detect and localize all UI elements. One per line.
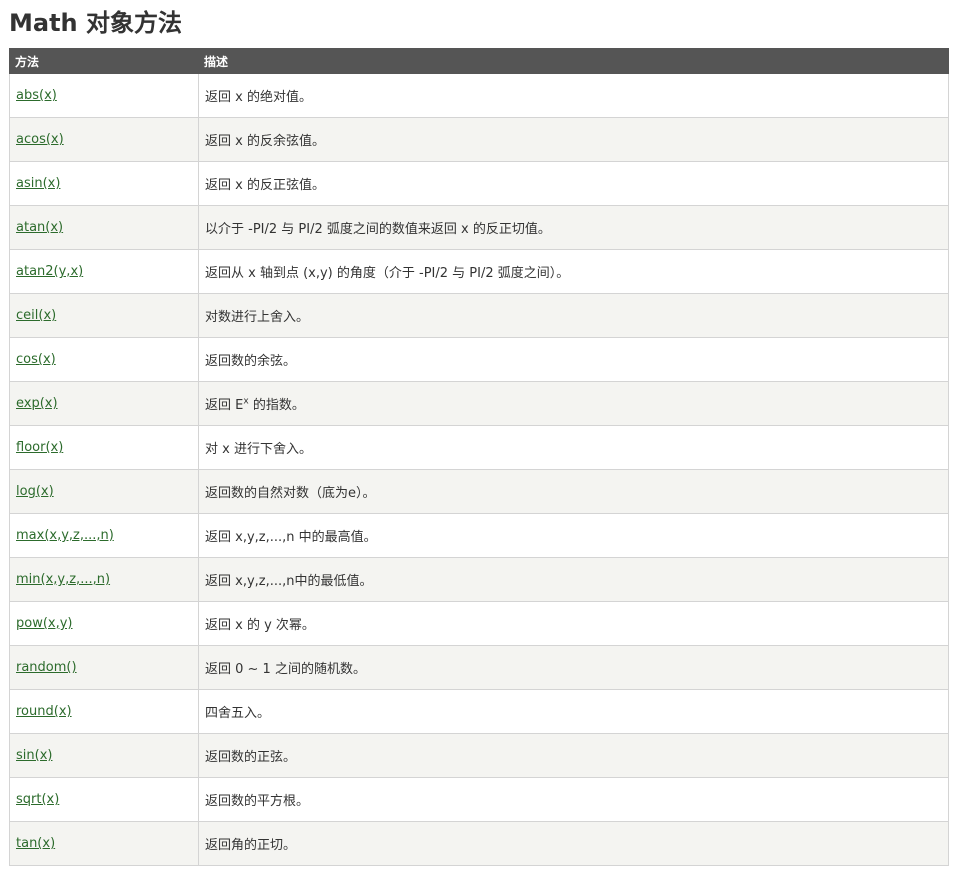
table-header-row: 方法 描述 bbox=[9, 48, 949, 74]
description-cell: 返回数的正弦。 bbox=[198, 733, 949, 778]
description-cell: 返回 x 的 y 次幂。 bbox=[198, 601, 949, 646]
method-link-floor[interactable]: floor(x) bbox=[16, 440, 63, 455]
method-link-random[interactable]: random() bbox=[16, 660, 77, 675]
description-cell: 对 x 进行下舍入。 bbox=[198, 425, 949, 470]
method-link-atan[interactable]: atan(x) bbox=[16, 220, 63, 235]
table-row: max(x,y,z,...,n) 返回 x,y,z,...,n 中的最高值。 bbox=[9, 513, 949, 558]
table-row: tan(x) 返回角的正切。 bbox=[9, 821, 949, 866]
method-cell: atan(x) bbox=[9, 205, 199, 250]
page: Math 对象方法 方法 描述 abs(x) 返回 x 的绝对值。 acos(x… bbox=[0, 0, 955, 877]
method-cell: round(x) bbox=[9, 689, 199, 734]
table-row: asin(x) 返回 x 的反正弦值。 bbox=[9, 161, 949, 206]
method-link-min[interactable]: min(x,y,z,...,n) bbox=[16, 572, 110, 587]
method-link-asin[interactable]: asin(x) bbox=[16, 176, 60, 191]
method-cell: ceil(x) bbox=[9, 293, 199, 338]
method-cell: pow(x,y) bbox=[9, 601, 199, 646]
method-link-atan2[interactable]: atan2(y,x) bbox=[16, 264, 83, 279]
method-cell: cos(x) bbox=[9, 337, 199, 382]
page-title: Math 对象方法 bbox=[9, 9, 182, 37]
table-row: acos(x) 返回 x 的反余弦值。 bbox=[9, 117, 949, 162]
method-cell: acos(x) bbox=[9, 117, 199, 162]
table-row: exp(x) 返回 Ex 的指数。 bbox=[9, 381, 949, 426]
description-cell: 对数进行上舍入。 bbox=[198, 293, 949, 338]
description-cell: 返回从 x 轴到点 (x,y) 的角度（介于 -PI/2 与 PI/2 弧度之间… bbox=[198, 249, 949, 294]
method-cell: sqrt(x) bbox=[9, 777, 199, 822]
method-cell: sin(x) bbox=[9, 733, 199, 778]
header-method: 方法 bbox=[9, 48, 199, 74]
description-cell: 返回数的余弦。 bbox=[198, 337, 949, 382]
method-link-cos[interactable]: cos(x) bbox=[16, 352, 56, 367]
description-cell: 返回数的自然对数（底为e）。 bbox=[198, 469, 949, 514]
method-link-sqrt[interactable]: sqrt(x) bbox=[16, 792, 59, 807]
method-cell: floor(x) bbox=[9, 425, 199, 470]
method-cell: abs(x) bbox=[9, 73, 199, 118]
method-cell: min(x,y,z,...,n) bbox=[9, 557, 199, 602]
method-link-exp[interactable]: exp(x) bbox=[16, 396, 58, 411]
description-cell: 返回 0 ~ 1 之间的随机数。 bbox=[198, 645, 949, 690]
method-link-pow[interactable]: pow(x,y) bbox=[16, 616, 73, 631]
table-row: random() 返回 0 ~ 1 之间的随机数。 bbox=[9, 645, 949, 690]
method-cell: atan2(y,x) bbox=[9, 249, 199, 294]
description-cell: 返回角的正切。 bbox=[198, 821, 949, 866]
description-cell: 以介于 -PI/2 与 PI/2 弧度之间的数值来返回 x 的反正切值。 bbox=[198, 205, 949, 250]
description-text: 的指数。 bbox=[248, 398, 305, 413]
method-link-log[interactable]: log(x) bbox=[16, 484, 54, 499]
method-link-tan[interactable]: tan(x) bbox=[16, 836, 55, 851]
method-link-round[interactable]: round(x) bbox=[16, 704, 72, 719]
table-row: cos(x) 返回数的余弦。 bbox=[9, 337, 949, 382]
table-row: pow(x,y) 返回 x 的 y 次幂。 bbox=[9, 601, 949, 646]
method-cell: random() bbox=[9, 645, 199, 690]
table-row: ceil(x) 对数进行上舍入。 bbox=[9, 293, 949, 338]
table-row: atan(x) 以介于 -PI/2 与 PI/2 弧度之间的数值来返回 x 的反… bbox=[9, 205, 949, 250]
description-cell: 返回 x,y,z,...,n中的最低值。 bbox=[198, 557, 949, 602]
method-cell: exp(x) bbox=[9, 381, 199, 426]
description-text: 返回 E bbox=[205, 398, 244, 413]
method-cell: asin(x) bbox=[9, 161, 199, 206]
description-cell: 返回 x 的反余弦值。 bbox=[198, 117, 949, 162]
description-cell: 返回 x 的绝对值。 bbox=[198, 73, 949, 118]
method-cell: log(x) bbox=[9, 469, 199, 514]
description-cell: 返回 x 的反正弦值。 bbox=[198, 161, 949, 206]
description-cell: 返回 x,y,z,...,n 中的最高值。 bbox=[198, 513, 949, 558]
description-cell: 返回 Ex 的指数。 bbox=[198, 381, 949, 426]
table-row: sin(x) 返回数的正弦。 bbox=[9, 733, 949, 778]
method-link-ceil[interactable]: ceil(x) bbox=[16, 308, 56, 323]
header-description: 描述 bbox=[198, 48, 949, 74]
table-row: log(x) 返回数的自然对数（底为e）。 bbox=[9, 469, 949, 514]
table-row: abs(x) 返回 x 的绝对值。 bbox=[9, 73, 949, 118]
method-link-sin[interactable]: sin(x) bbox=[16, 748, 52, 763]
table-row: floor(x) 对 x 进行下舍入。 bbox=[9, 425, 949, 470]
table-row: min(x,y,z,...,n) 返回 x,y,z,...,n中的最低值。 bbox=[9, 557, 949, 602]
table-row: sqrt(x) 返回数的平方根。 bbox=[9, 777, 949, 822]
method-cell: max(x,y,z,...,n) bbox=[9, 513, 199, 558]
table-row: atan2(y,x) 返回从 x 轴到点 (x,y) 的角度（介于 -PI/2 … bbox=[9, 249, 949, 294]
method-link-acos[interactable]: acos(x) bbox=[16, 132, 64, 147]
description-cell: 四舍五入。 bbox=[198, 689, 949, 734]
table-row: round(x) 四舍五入。 bbox=[9, 689, 949, 734]
method-link-abs[interactable]: abs(x) bbox=[16, 88, 57, 103]
math-methods-table: 方法 描述 abs(x) 返回 x 的绝对值。 acos(x) 返回 x 的反余… bbox=[9, 48, 949, 866]
method-cell: tan(x) bbox=[9, 821, 199, 866]
description-cell: 返回数的平方根。 bbox=[198, 777, 949, 822]
method-link-max[interactable]: max(x,y,z,...,n) bbox=[16, 528, 114, 543]
